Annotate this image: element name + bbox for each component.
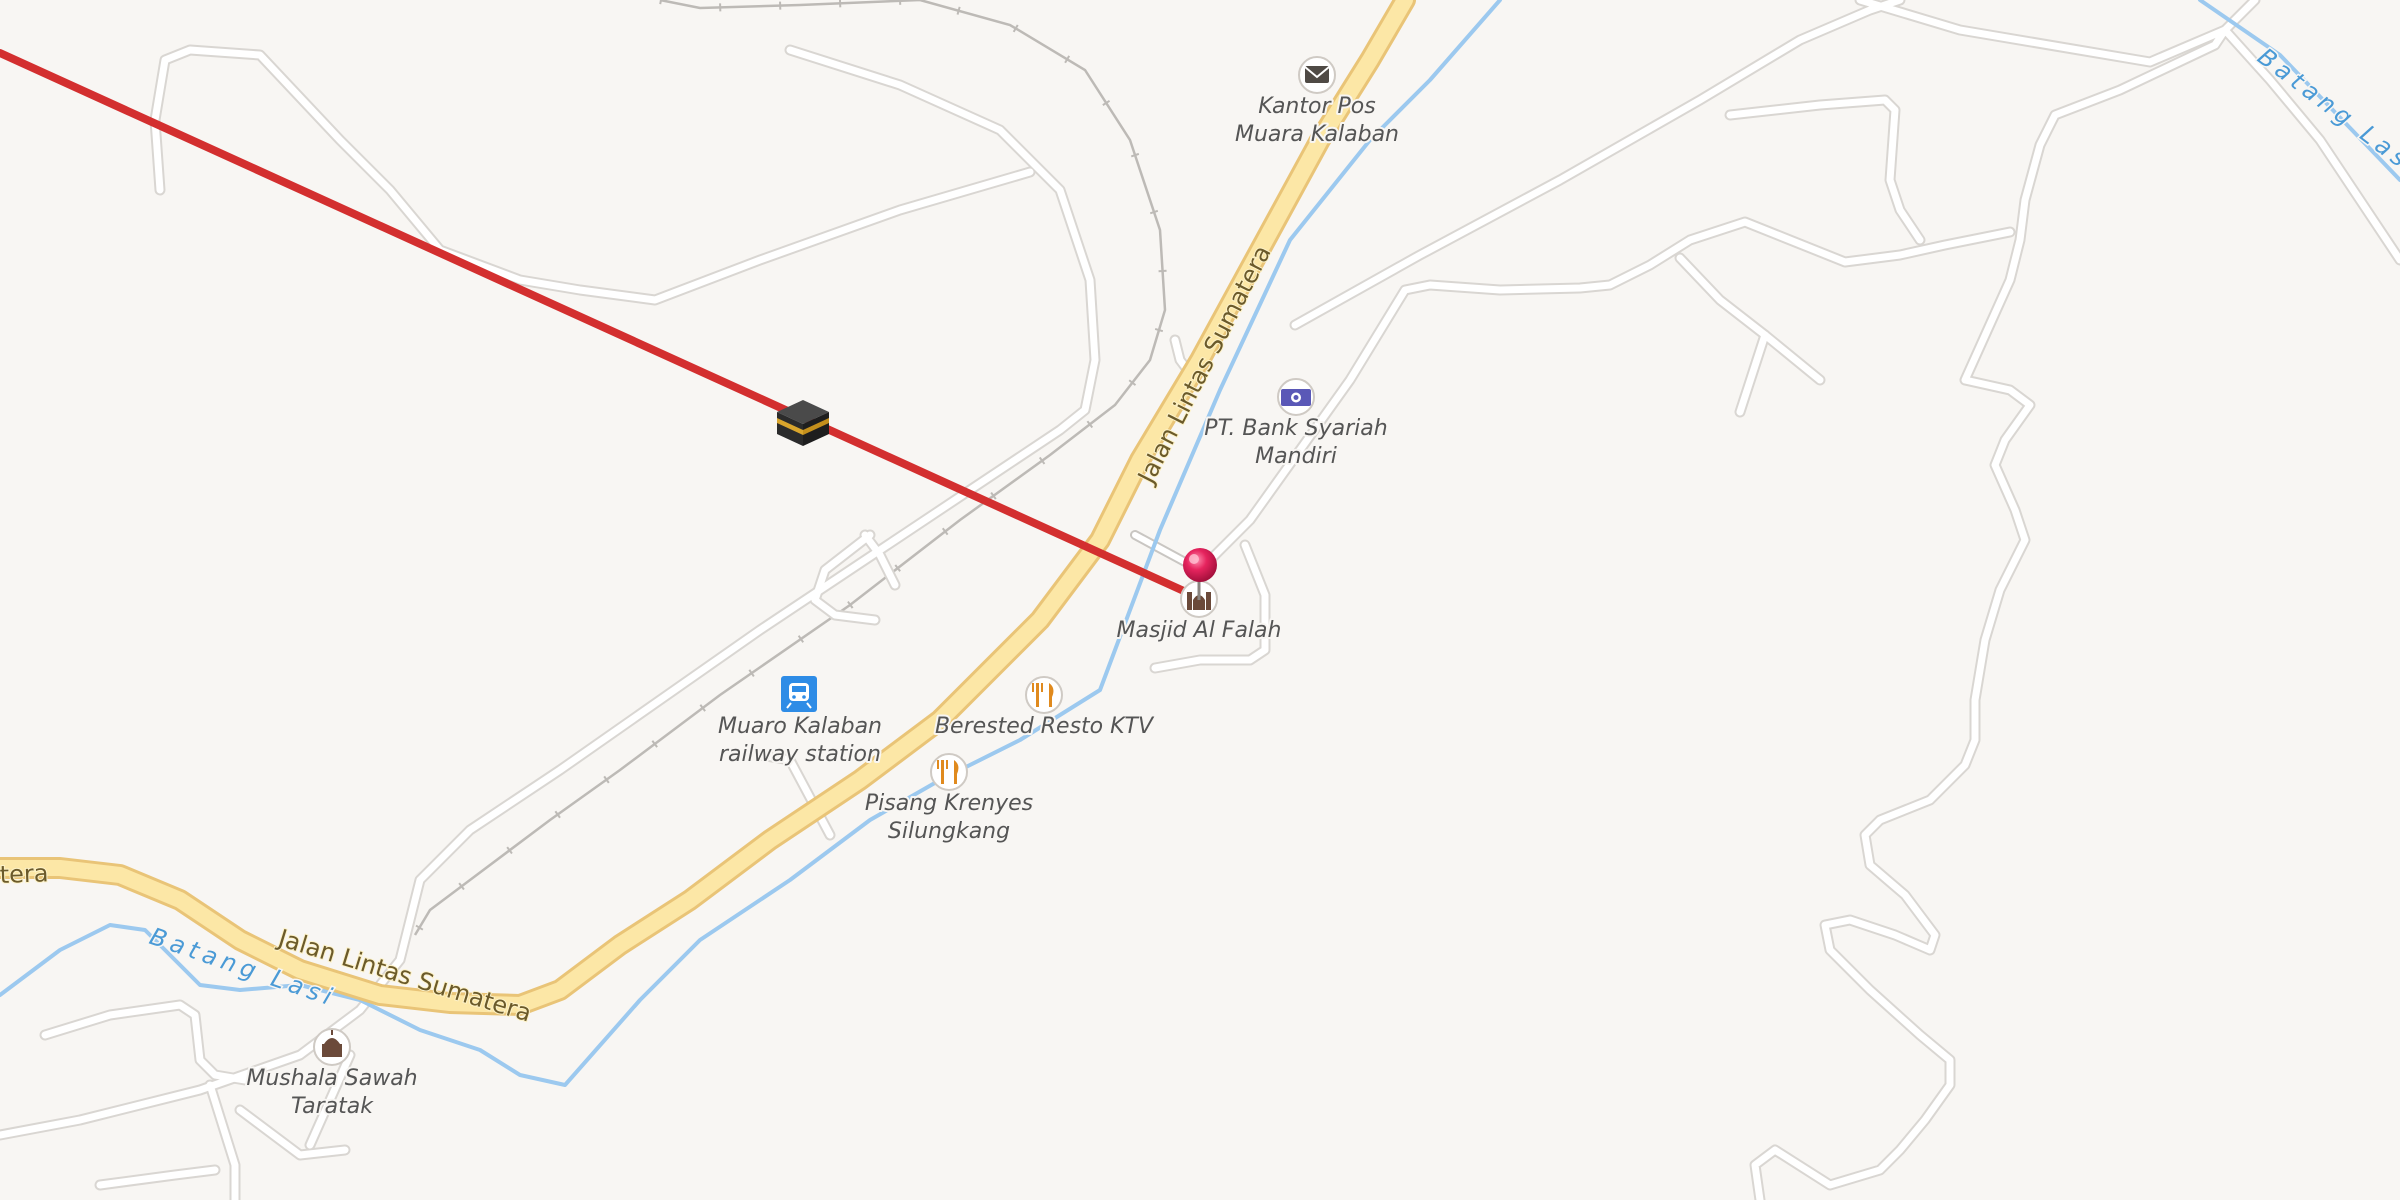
bank-label-line1: PT. Bank Syariah <box>1204 416 1387 441</box>
banknote-icon <box>1281 389 1311 406</box>
route-line <box>0 49 1201 601</box>
post-office-label-line2: Muara Kalaban <box>1235 122 1399 147</box>
station-label-line2: railway station <box>719 742 881 767</box>
mushala-label-line1: Mushala Sawah <box>246 1066 417 1091</box>
post-office-label-line1: Kantor Pos <box>1258 94 1375 119</box>
pisang-label-line1: Pisang Krenyes <box>865 791 1033 816</box>
poi-railway-station[interactable]: Muaro Kalaban railway station <box>716 676 884 769</box>
pisang-label-line2: Silungkang <box>888 819 1010 844</box>
main-road-label-clipped: tera <box>0 859 49 889</box>
mosque-label: Masjid Al Falah <box>1117 618 1282 643</box>
poi-bank[interactable]: PT. Bank Syariah Mandiri <box>1202 378 1390 471</box>
poi-mushala[interactable]: Mushala Sawah Taratak <box>244 1028 420 1121</box>
bank-label-line2: Mandiri <box>1255 444 1337 469</box>
berested-resto-label: Berested Resto KTV <box>935 714 1155 739</box>
station-label-line1: Muaro Kalaban <box>718 714 882 739</box>
envelope-icon <box>1304 66 1330 83</box>
mushala-label-line2: Taratak <box>291 1094 374 1119</box>
map-canvas[interactable]: Jalan Lintas Sumatera Jalan Lintas Sumat… <box>0 0 2400 1200</box>
